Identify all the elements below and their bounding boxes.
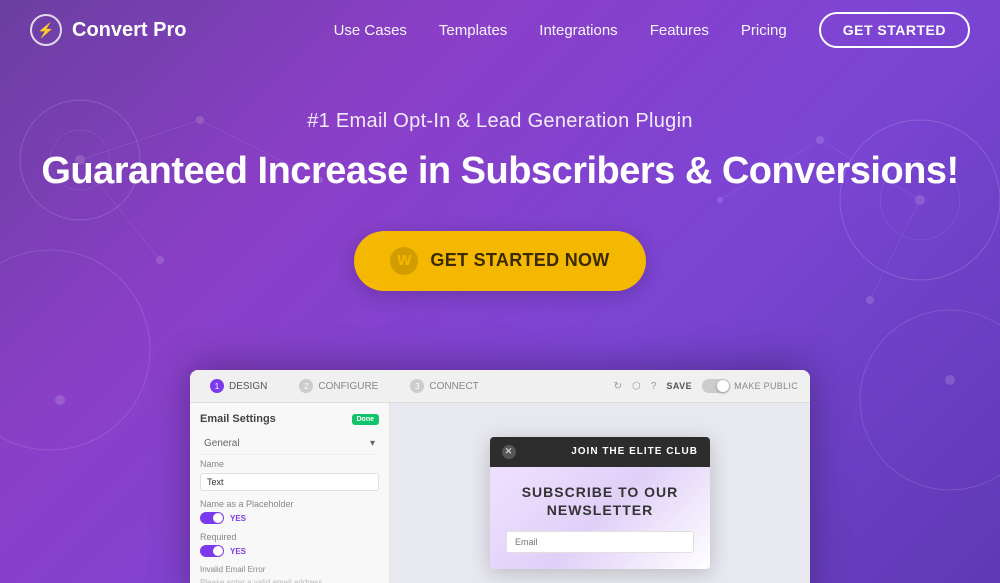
wordpress-icon: W	[390, 247, 418, 275]
placeholder-yes-label: YES	[230, 514, 246, 523]
placeholder-toggle[interactable]	[200, 512, 224, 524]
nav-pricing[interactable]: Pricing	[741, 22, 787, 39]
popup-email-input[interactable]	[506, 531, 694, 553]
nav-use-cases[interactable]: Use Cases	[334, 22, 407, 39]
general-section[interactable]: General ▾	[200, 433, 379, 455]
tab-configure-num: 2	[299, 379, 313, 393]
popup-close-button[interactable]: ✕	[502, 445, 516, 459]
hero-section: ⚡ Convert Pro Use Cases Templates Integr…	[0, 0, 1000, 583]
main-nav: Use Cases Templates Integrations Feature…	[334, 12, 970, 48]
nav-integrations[interactable]: Integrations	[539, 22, 617, 39]
required-label: Required	[200, 532, 379, 542]
popup-body: SUBSCRIBE TO OUR NEWSLETTER	[490, 467, 710, 569]
hero-content: #1 Email Opt-In & Lead Generation Plugin…	[21, 110, 978, 291]
tab-design[interactable]: 1 DESIGN	[202, 376, 275, 396]
popup-header: ✕ JOIN THE ELITE CLUB	[490, 437, 710, 467]
logo[interactable]: ⚡ Convert Pro	[30, 14, 186, 46]
popup-preview-card: ✕ JOIN THE ELITE CLUB SUBSCRIBE TO OUR N…	[490, 437, 710, 569]
required-yes-label: YES	[230, 547, 246, 556]
nav-features[interactable]: Features	[650, 22, 709, 39]
product-mockup: 1 DESIGN 2 CONFIGURE 3 CONNECT ↻ ⬡ ? SAV…	[190, 370, 810, 583]
required-toggle[interactable]	[200, 545, 224, 557]
required-toggle-row: YES	[200, 545, 379, 557]
error-label: Invalid Email Error	[200, 565, 379, 574]
name-label: Name	[200, 459, 379, 469]
error-hint-text: Please enter a valid email address.	[200, 578, 379, 583]
placeholder-field-group: Name as a Placeholder YES	[200, 499, 379, 524]
general-chevron: ▾	[370, 438, 375, 449]
required-toggle-knob	[213, 546, 223, 556]
hero-title: Guaranteed Increase in Subscribers & Con…	[41, 149, 958, 195]
placeholder-toggle-row: YES	[200, 512, 379, 524]
nav-templates[interactable]: Templates	[439, 22, 507, 39]
toggle-track	[702, 379, 730, 393]
sidebar-title: Email Settings	[200, 413, 276, 425]
question-icon[interactable]: ?	[651, 381, 657, 392]
header-cta-button[interactable]: GET STARTED	[819, 12, 970, 48]
tab-design-label: DESIGN	[229, 381, 267, 392]
save-button[interactable]: SAVE	[666, 381, 692, 391]
share-icon[interactable]: ⬡	[632, 381, 641, 392]
refresh-icon[interactable]: ↻	[614, 381, 622, 392]
sidebar-done-badge: Done	[352, 414, 380, 425]
mockup-preview: ✕ JOIN THE ELITE CLUB SUBSCRIBE TO OUR N…	[390, 403, 810, 583]
make-public-label: MAKE PUBLIC	[734, 381, 798, 391]
tab-design-num: 1	[210, 379, 224, 393]
toolbar-right: ↻ ⬡ ? SAVE MAKE PUBLIC	[614, 379, 798, 393]
popup-title: SUBSCRIBE TO OUR NEWSLETTER	[506, 483, 694, 519]
mockup-sidebar: Email Settings Done General ▾ Name Name …	[190, 403, 390, 583]
logo-icon: ⚡	[30, 14, 62, 46]
header: ⚡ Convert Pro Use Cases Templates Integr…	[0, 0, 1000, 60]
tab-connect[interactable]: 3 CONNECT	[402, 376, 486, 396]
tab-configure[interactable]: 2 CONFIGURE	[291, 376, 386, 396]
toggle-knob	[717, 380, 729, 392]
hero-cta-label: GET STARTED NOW	[430, 250, 609, 271]
popup-header-text: JOIN THE ELITE CLUB	[571, 446, 698, 457]
placeholder-toggle-knob	[213, 513, 223, 523]
mockup-window: 1 DESIGN 2 CONFIGURE 3 CONNECT ↻ ⬡ ? SAV…	[190, 370, 810, 583]
name-input[interactable]	[200, 473, 379, 491]
tab-connect-label: CONNECT	[429, 381, 478, 392]
mockup-body: Email Settings Done General ▾ Name Name …	[190, 403, 810, 583]
placeholder-label: Name as a Placeholder	[200, 499, 379, 509]
brand-name: Convert Pro	[72, 19, 186, 42]
hero-cta-button[interactable]: W GET STARTED NOW	[354, 231, 645, 291]
name-field-group: Name	[200, 459, 379, 491]
sidebar-header: Email Settings Done	[200, 413, 379, 425]
tab-connect-num: 3	[410, 379, 424, 393]
general-label: General	[204, 438, 240, 449]
make-public-toggle[interactable]: MAKE PUBLIC	[702, 379, 798, 393]
mockup-toolbar: 1 DESIGN 2 CONFIGURE 3 CONNECT ↻ ⬡ ? SAV…	[190, 370, 810, 403]
hero-subtitle: #1 Email Opt-In & Lead Generation Plugin	[41, 110, 958, 133]
required-field-group: Required YES	[200, 532, 379, 557]
tab-configure-label: CONFIGURE	[318, 381, 378, 392]
error-field-group: Invalid Email Error Please enter a valid…	[200, 565, 379, 583]
